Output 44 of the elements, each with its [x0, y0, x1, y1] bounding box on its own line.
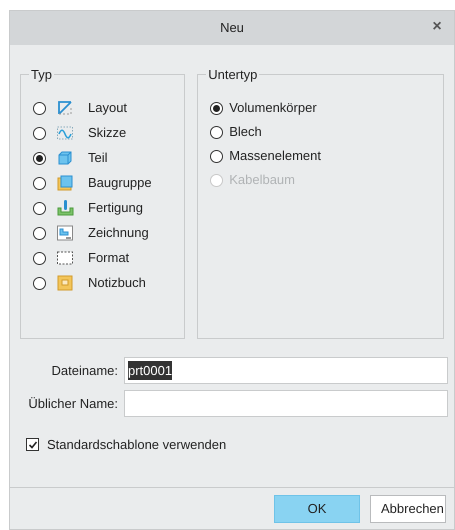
radio-button[interactable] [210, 126, 224, 138]
radio-label: Baugruppe [88, 174, 152, 192]
radio-label: Format [88, 249, 130, 268]
window-title: Neu [220, 19, 244, 38]
radio-label: Zeichnung [88, 224, 149, 242]
radio-button[interactable] [33, 152, 46, 164]
cancel-button[interactable]: Abbrechen [370, 494, 446, 522]
radio-button[interactable] [210, 150, 224, 162]
radio-label: Fertigung [88, 199, 143, 218]
radio-label: Notizbuch [88, 274, 146, 292]
close-button[interactable]: × [428, 18, 446, 36]
field-label: Üblicher Name: [27, 394, 118, 413]
radio-button[interactable] [33, 226, 46, 240]
field-value: prt0001 [128, 360, 172, 380]
sketch-icon [56, 124, 74, 142]
radio-button[interactable] [210, 102, 224, 114]
checkbox-label: Standardschablone verwenden [47, 436, 226, 454]
text-field[interactable] [124, 390, 448, 417]
radio-label: Massenelement [229, 147, 321, 166]
manufacturing-icon [56, 199, 74, 217]
cube-icon [56, 149, 74, 167]
radio-button[interactable] [33, 102, 46, 114]
radio-button[interactable] [33, 252, 46, 264]
field-label: Dateiname: [50, 362, 118, 380]
drawing-icon [56, 224, 74, 242]
layout-icon [56, 99, 74, 117]
radio-label: Blech [229, 123, 262, 142]
radio-label: Volumenkörper [229, 99, 317, 118]
radio-label: Layout [88, 99, 128, 118]
group-title: Typ [30, 66, 53, 84]
ok-button[interactable]: OK [274, 494, 360, 522]
radio-button[interactable] [33, 202, 46, 214]
radio-button[interactable] [33, 176, 46, 190]
group-title: Untertyp [207, 66, 258, 84]
assembly-icon [56, 174, 74, 192]
text-field[interactable]: prt0001 [124, 357, 448, 384]
radio-button[interactable] [33, 126, 46, 140]
notebook-icon [56, 274, 74, 292]
radio-label: Skizze [88, 124, 126, 142]
radio-button[interactable] [33, 276, 46, 290]
format-icon [56, 249, 74, 267]
checkbox[interactable] [26, 438, 39, 452]
radio-label: Kabelbaum [229, 171, 295, 190]
radio-label: Teil [88, 149, 108, 168]
